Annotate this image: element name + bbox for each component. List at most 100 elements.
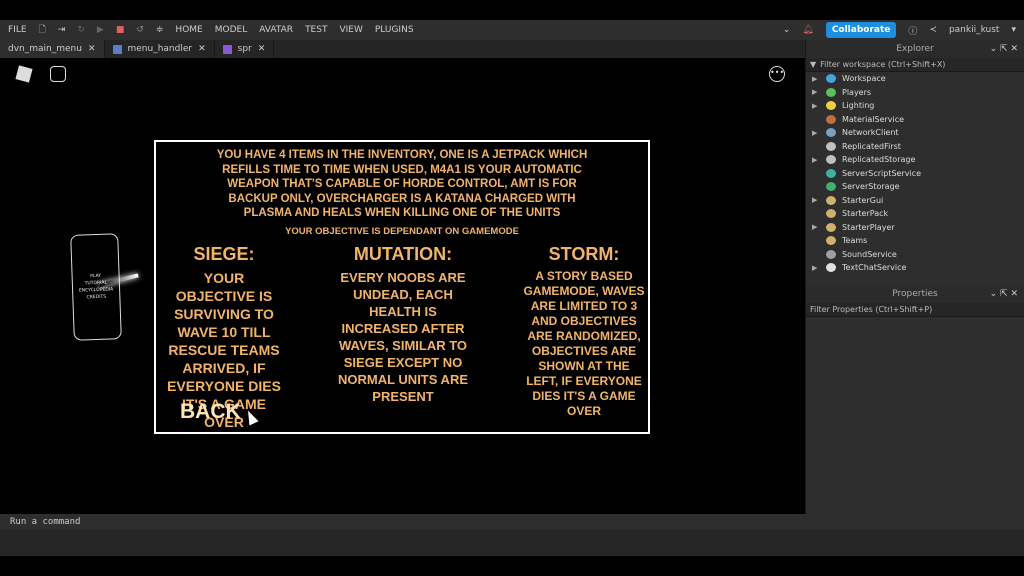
chat-icon[interactable] xyxy=(50,66,66,82)
tab-spr[interactable]: spr ✕ xyxy=(215,40,275,58)
tutorial-panel: YOU HAVE 4 ITEMS IN THE INVENTORY, ONE I… xyxy=(154,140,650,434)
stop-icon[interactable]: ■ xyxy=(116,25,125,35)
explorer-item[interactable]: ▶ Lighting xyxy=(806,99,1024,113)
explorer-item[interactable]: ReplicatedFirst xyxy=(806,140,1024,154)
explorer-header: Explorer ⌄ ⇱ ✕ xyxy=(806,40,1024,58)
item-label: TextChatService xyxy=(842,263,907,273)
properties-header: Properties ⌄ ⇱ ✕ xyxy=(806,284,1024,303)
tab-label: dvn_main_menu xyxy=(8,44,82,54)
expand-arrow-icon[interactable]: ▶ xyxy=(812,156,826,164)
menu-view[interactable]: VIEW xyxy=(339,25,362,35)
properties-filter-input[interactable]: Filter Properties (Ctrl+Shift+P) xyxy=(806,302,1024,317)
explorer-item[interactable]: ServerStorage xyxy=(806,180,1024,194)
item-label: SoundService xyxy=(842,249,897,259)
explorer-item[interactable]: StarterPack xyxy=(806,207,1024,221)
panel-controls[interactable]: ⌄ ⇱ ✕ xyxy=(990,44,1018,54)
explorer-item[interactable]: ▶ TextChatService xyxy=(806,261,1024,275)
import-icon[interactable]: ⇥ xyxy=(58,25,66,35)
more-icon[interactable]: ≑ xyxy=(156,25,164,35)
chevron-down-icon[interactable]: ▾ xyxy=(1011,25,1016,35)
expand-arrow-icon[interactable]: ▶ xyxy=(812,196,826,204)
expand-arrow-icon[interactable]: ▶ xyxy=(812,75,826,83)
service-icon xyxy=(826,101,836,111)
more-options-icon[interactable]: ••• xyxy=(769,66,785,82)
service-icon xyxy=(826,114,836,124)
command-bar[interactable]: Run a command xyxy=(0,514,1024,530)
new-file-icon[interactable]: 🗋 xyxy=(39,22,46,38)
share-icon[interactable]: ≺ xyxy=(929,25,937,35)
explorer-item[interactable]: SoundService xyxy=(806,248,1024,262)
notification-icon[interactable]: 🔔︎ xyxy=(802,25,813,35)
panel-controls[interactable]: ⌄ ⇱ ✕ xyxy=(990,289,1018,299)
item-label: Workspace xyxy=(842,74,886,84)
menu-test[interactable]: TEST xyxy=(305,25,327,35)
undo-icon[interactable]: ↺ xyxy=(136,25,144,35)
redo-icon[interactable]: ↻ xyxy=(77,25,85,35)
filter-placeholder: Filter workspace (Ctrl+Shift+X) xyxy=(820,60,946,69)
service-icon xyxy=(826,168,836,178)
filter-placeholder: Filter Properties (Ctrl+Shift+P) xyxy=(810,304,933,314)
explorer-tree: ▶ Workspace ▶ Players ▶ Lighting MaterialServi… xyxy=(806,72,1024,275)
chevron-down-icon[interactable]: ⌄ xyxy=(783,25,791,35)
expand-arrow-icon[interactable]: ▶ xyxy=(812,129,826,137)
expand-arrow-icon[interactable]: ▶ xyxy=(812,223,826,231)
item-label: ReplicatedFirst xyxy=(842,141,901,151)
expand-arrow-icon[interactable]: ▶ xyxy=(812,264,826,272)
tab-menu-handler[interactable]: menu_handler ✕ xyxy=(105,40,215,58)
close-icon[interactable]: ✕ xyxy=(88,44,96,54)
item-label: Players xyxy=(842,87,872,97)
item-label: StarterPlayer xyxy=(842,222,895,232)
service-icon xyxy=(826,141,836,151)
service-icon xyxy=(826,128,836,138)
explorer-item[interactable]: MaterialService xyxy=(806,113,1024,127)
service-icon xyxy=(826,249,836,259)
top-black-bar xyxy=(0,0,1024,20)
tab-dvn-main-menu[interactable]: dvn_main_menu ✕ xyxy=(0,40,105,58)
service-icon xyxy=(826,222,836,232)
close-icon[interactable]: ✕ xyxy=(258,44,266,54)
item-label: Teams xyxy=(842,236,868,246)
explorer-filter-input[interactable]: ▼ Filter workspace (Ctrl+Shift+X) xyxy=(806,58,1024,72)
help-icon[interactable]: ⓘ xyxy=(908,24,917,37)
service-icon xyxy=(826,263,836,273)
explorer-item[interactable]: ServerScriptService xyxy=(806,167,1024,181)
storm-title: STORM: xyxy=(548,244,620,264)
service-icon xyxy=(826,195,836,205)
explorer-item[interactable]: ▶ StarterPlayer xyxy=(806,221,1024,235)
user-menu[interactable]: pankii_kust xyxy=(949,25,1000,35)
storm-section: STORM: A STORY BASED GAMEMODE, WAVES ARE… xyxy=(522,244,646,419)
play-icon[interactable]: ▶ xyxy=(97,25,104,35)
item-label: StarterPack xyxy=(842,209,889,219)
inventory-description: YOU HAVE 4 ITEMS IN THE INVENTORY, ONE I… xyxy=(216,149,588,219)
explorer-item[interactable]: ▶ StarterGui xyxy=(806,194,1024,208)
expand-arrow-icon[interactable]: ▶ xyxy=(812,88,826,96)
service-icon xyxy=(826,155,836,165)
properties-title: Properties xyxy=(892,288,938,299)
menu-bar: FILE 🗋 ⇥ ↻ ▶ ■ ↺ ≑ HOME MODEL AVATAR TES… xyxy=(0,20,1024,40)
item-label: ServerStorage xyxy=(842,182,900,192)
phone-menu-preview: PLAY TUTORIAL ENCYCLOPEDIA CREDITS xyxy=(70,233,139,341)
menu-model[interactable]: MODEL xyxy=(215,25,247,35)
back-button[interactable]: BACK xyxy=(180,400,241,424)
objective-note: YOUR OBJECTIVE IS DEPENDANT ON GAMEMODE xyxy=(285,225,519,237)
explorer-item[interactable]: Teams xyxy=(806,234,1024,248)
explorer-item[interactable]: ▶ NetworkClient xyxy=(806,126,1024,140)
roblox-logo-icon[interactable] xyxy=(15,65,33,83)
menu-plugins[interactable]: PLUGINS xyxy=(375,25,414,35)
explorer-item[interactable]: ▶ ReplicatedStorage xyxy=(806,153,1024,167)
explorer-title: Explorer xyxy=(896,44,934,54)
menu-home[interactable]: HOME xyxy=(175,25,202,35)
item-label: NetworkClient xyxy=(842,128,899,138)
menu-avatar[interactable]: AVATAR xyxy=(259,25,293,35)
storm-text: A STORY BASED GAMEMODE, WAVES ARE LIMITE… xyxy=(523,269,645,418)
tab-bar: dvn_main_menu ✕ menu_handler ✕ spr ✕ xyxy=(0,40,805,58)
expand-arrow-icon[interactable]: ▶ xyxy=(812,102,826,110)
file-menu[interactable]: FILE xyxy=(8,25,27,35)
item-label: ReplicatedStorage xyxy=(842,155,916,165)
close-icon[interactable]: ✕ xyxy=(198,44,206,54)
explorer-item[interactable]: ▶ Players xyxy=(806,86,1024,100)
explorer-item[interactable]: ▶ Workspace xyxy=(806,72,1024,86)
collaborate-button[interactable]: Collaborate xyxy=(825,22,897,38)
script-icon xyxy=(112,44,122,54)
menu-credits[interactable]: CREDITS xyxy=(86,294,107,302)
